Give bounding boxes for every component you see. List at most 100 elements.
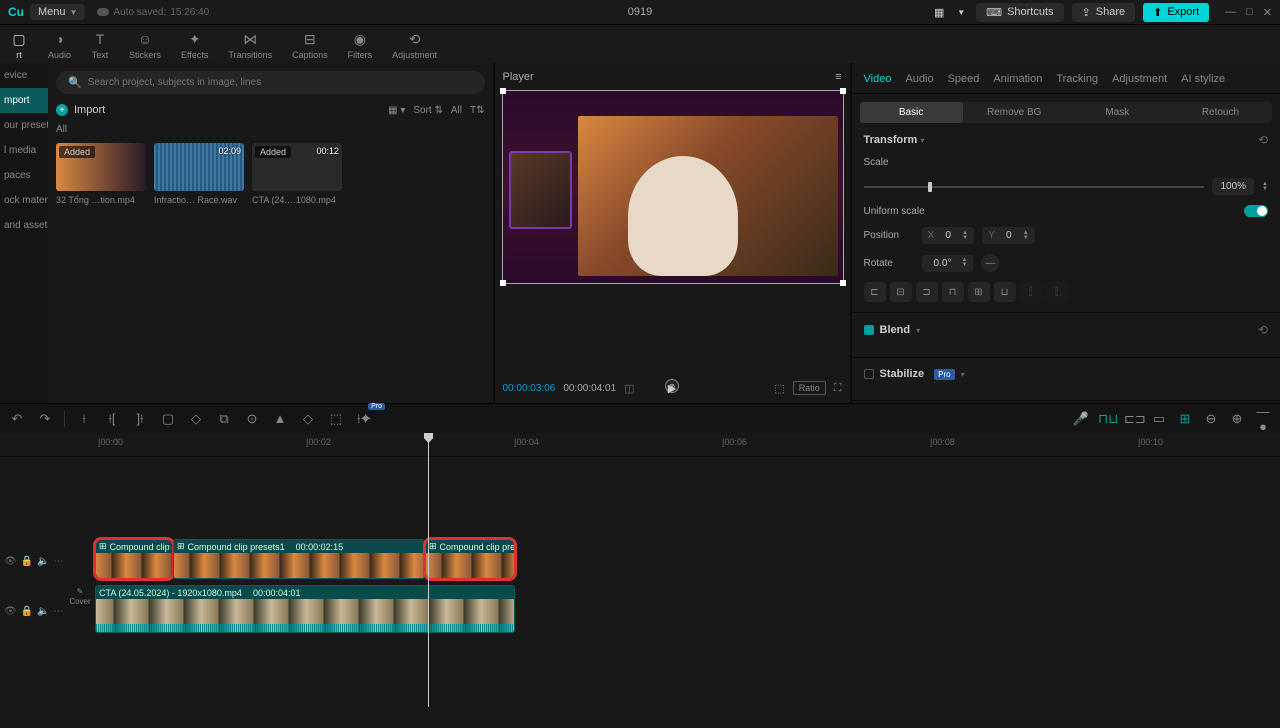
- side-tab-spaces[interactable]: paces: [0, 163, 48, 188]
- link-icon[interactable]: ⊏⊐: [1124, 411, 1142, 427]
- layout-icon[interactable]: ▦: [932, 5, 946, 19]
- align-top[interactable]: ⊓: [942, 282, 964, 302]
- tab-audio[interactable]: Audio: [905, 73, 933, 85]
- tab-speed[interactable]: Speed: [948, 73, 980, 85]
- subtab-removebg[interactable]: Remove BG: [963, 102, 1066, 123]
- subtab-basic[interactable]: Basic: [860, 102, 963, 123]
- preview-icon[interactable]: ⊞: [1176, 411, 1194, 427]
- filter-icon[interactable]: T⇅: [470, 105, 485, 116]
- tab-ai-stylize[interactable]: AI stylize: [1181, 73, 1225, 85]
- nav-media[interactable]: ▢rt: [0, 27, 38, 63]
- split-left-icon[interactable]: ⟊[: [103, 411, 121, 427]
- resize-handle[interactable]: [840, 280, 846, 286]
- selection-border[interactable]: [502, 90, 844, 284]
- zoom-out-icon[interactable]: ⊖: [1202, 411, 1220, 427]
- eye-icon[interactable]: 👁: [4, 606, 17, 617]
- nav-filters[interactable]: ◉Filters: [338, 27, 383, 63]
- nav-audio[interactable]: ◑Audio: [38, 27, 81, 63]
- subtab-mask[interactable]: Mask: [1066, 102, 1169, 123]
- close-icon[interactable]: ✕: [1263, 6, 1272, 19]
- play-button[interactable]: ▶: [668, 382, 676, 395]
- nav-adjustment[interactable]: ⟲Adjustment: [382, 27, 447, 63]
- align-dist-h[interactable]: ⫿: [1020, 282, 1042, 302]
- tab-adjustment[interactable]: Adjustment: [1112, 73, 1167, 85]
- track-1[interactable]: ⊞Compound clip ⊞Compound clip presets1 0…: [95, 537, 1280, 581]
- zoom-icon[interactable]: ⬚: [774, 382, 784, 395]
- ratio-button[interactable]: Ratio: [793, 381, 826, 395]
- timeline-ruler[interactable]: |00:00 |00:02 |00:04 |00:06 |00:08 |00:1…: [0, 433, 1280, 457]
- align-left[interactable]: ⊏: [864, 282, 886, 302]
- rotate-icon[interactable]: ◇: [299, 411, 317, 427]
- fullscreen-icon[interactable]: ⛶: [834, 382, 842, 395]
- lock-icon[interactable]: 🔒: [21, 606, 33, 617]
- side-tab-import[interactable]: mport: [0, 88, 48, 113]
- import-button[interactable]: + Import: [56, 104, 105, 116]
- stabilize-check[interactable]: StabilizePro ▾: [864, 368, 965, 380]
- mirror-icon[interactable]: ▲: [271, 411, 289, 426]
- rotate-value[interactable]: 0.0°▲▼: [922, 255, 974, 272]
- reverse-icon[interactable]: ⊙: [243, 411, 261, 427]
- chevron-down-icon[interactable]: ▼: [954, 5, 968, 19]
- media-item[interactable]: Added 32 Tổng …tion.mp4: [56, 143, 146, 205]
- lock-icon[interactable]: 🔒: [21, 556, 33, 567]
- blend-check[interactable]: Blend ▾: [864, 324, 921, 336]
- cover-button[interactable]: ✎ Cover: [68, 587, 92, 606]
- spinner[interactable]: ▲▼: [1262, 182, 1268, 192]
- resize-handle[interactable]: [500, 88, 506, 94]
- reset-icon[interactable]: ⟲: [1258, 323, 1268, 337]
- tab-tracking[interactable]: Tracking: [1056, 73, 1098, 85]
- hamburger-icon[interactable]: ≡: [835, 71, 841, 83]
- subtab-retouch[interactable]: Retouch: [1169, 102, 1272, 123]
- autocut-icon[interactable]: ⟊✦: [355, 411, 373, 427]
- side-tab-brand[interactable]: and assets: [0, 213, 48, 238]
- resize-handle[interactable]: [840, 88, 846, 94]
- crop-icon[interactable]: ⬚: [327, 411, 345, 427]
- filter-all-button[interactable]: All: [451, 105, 462, 116]
- player-viewport[interactable]: [503, 91, 843, 283]
- magnet-icon[interactable]: ⊓⊔: [1098, 411, 1116, 427]
- reset-icon[interactable]: ⟲: [1258, 133, 1268, 147]
- media-item[interactable]: 02:09 Infractio… Race.wav: [154, 143, 244, 205]
- align-right[interactable]: ⊐: [916, 282, 938, 302]
- rotate-reset[interactable]: —: [981, 254, 999, 272]
- mute-icon[interactable]: 🔈: [37, 606, 49, 617]
- mic-icon[interactable]: 🎤: [1072, 411, 1090, 427]
- mute-icon[interactable]: 🔈: [37, 556, 49, 567]
- split-right-icon[interactable]: ]⟊: [131, 411, 149, 427]
- uniform-toggle[interactable]: [1244, 205, 1268, 217]
- nav-text[interactable]: TText: [81, 27, 119, 63]
- resize-handle[interactable]: [500, 280, 506, 286]
- clip-cta[interactable]: CTA (24.05.2024) - 1920x1080.mp4 00:00:0…: [95, 585, 515, 633]
- clip-compound-3[interactable]: ⊞Compound clip pre: [425, 539, 515, 579]
- track-head[interactable]: 👁 🔒 🔈 ⋯: [0, 537, 60, 585]
- timeline[interactable]: |00:00 |00:02 |00:04 |00:06 |00:08 |00:1…: [0, 433, 1280, 728]
- tab-animation[interactable]: Animation: [993, 73, 1042, 85]
- marker-icon[interactable]: ◇: [187, 411, 205, 427]
- menu-button[interactable]: Menu ▼: [30, 4, 85, 20]
- track-head[interactable]: 👁 🔒 🔈 ⋯: [0, 587, 60, 635]
- scale-value[interactable]: 100%: [1212, 178, 1254, 195]
- tab-video[interactable]: Video: [864, 73, 892, 85]
- sort-button[interactable]: Sort ⇅: [413, 105, 443, 116]
- nav-effects[interactable]: ✦Effects: [171, 27, 218, 63]
- nav-stickers[interactable]: ☺Stickers: [119, 27, 171, 63]
- zoom-in-icon[interactable]: ⊕: [1228, 411, 1246, 427]
- more-icon[interactable]: ⋯: [54, 606, 64, 617]
- shortcuts-button[interactable]: ⌨ Shortcuts: [976, 3, 1063, 22]
- undo-icon[interactable]: ↶: [8, 411, 26, 427]
- scale-slider[interactable]: [864, 186, 1205, 188]
- export-button[interactable]: ⬆ Export: [1143, 3, 1209, 22]
- track-2[interactable]: CTA (24.05.2024) - 1920x1080.mp4 00:00:0…: [95, 583, 1280, 633]
- clip-compound-1[interactable]: ⊞Compound clip: [95, 539, 173, 579]
- media-item[interactable]: Added 00:12 CTA (24.…1080.mp4: [252, 143, 342, 205]
- playhead[interactable]: [428, 433, 429, 707]
- align-center-v[interactable]: ⊞: [968, 282, 990, 302]
- side-tab-media[interactable]: l media: [0, 138, 48, 163]
- maximize-icon[interactable]: □: [1246, 6, 1253, 19]
- nav-transitions[interactable]: ⋈Transitions: [218, 27, 282, 63]
- search-box[interactable]: 🔍: [56, 71, 485, 94]
- zoom-slider[interactable]: —●: [1254, 404, 1272, 434]
- redo-icon[interactable]: ↷: [36, 411, 54, 427]
- align-center-h[interactable]: ⊟: [890, 282, 912, 302]
- compare-icon[interactable]: ◫: [624, 382, 634, 395]
